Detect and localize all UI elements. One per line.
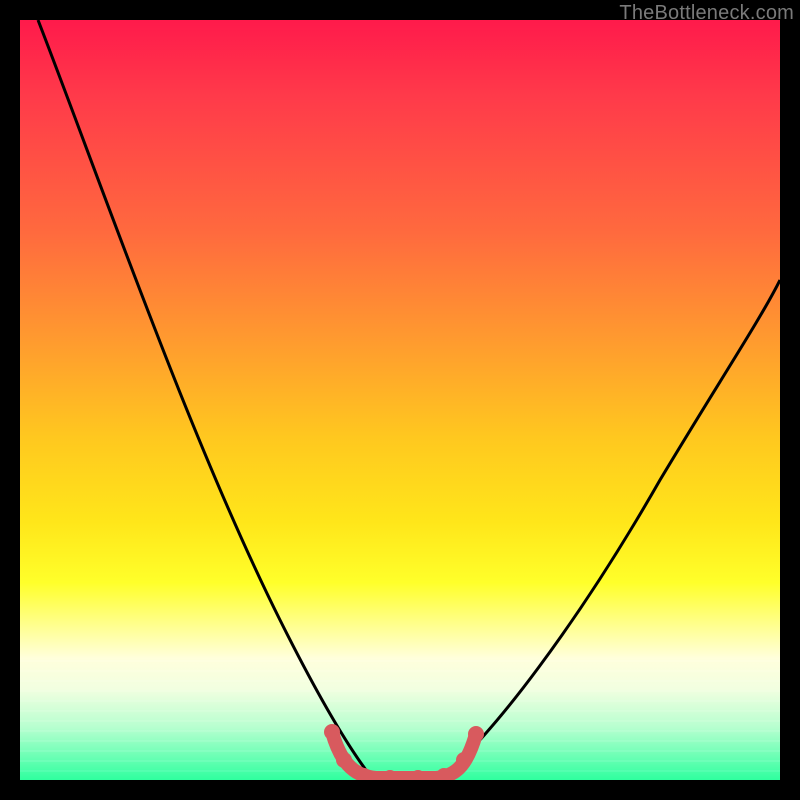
chart-frame: TheBottleneck.com xyxy=(0,0,800,800)
curve-layer xyxy=(20,20,780,780)
curve-left xyxy=(38,20,372,778)
curve-right xyxy=(440,280,780,778)
plot-area xyxy=(20,20,780,780)
u-marker xyxy=(332,732,476,778)
